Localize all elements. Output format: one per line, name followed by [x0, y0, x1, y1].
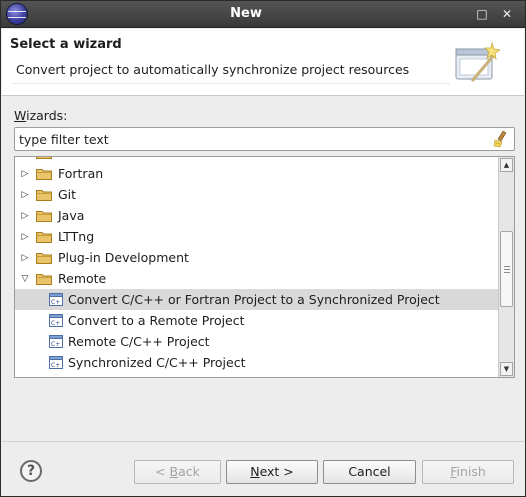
tree-label: Git	[58, 187, 77, 202]
maximize-icon[interactable]: □	[473, 5, 491, 23]
new-wizard-dialog: New □ ✕ Select a wizard Convert project …	[0, 0, 526, 497]
svg-text:C+: C+	[51, 362, 60, 369]
collapsed-arrow-icon[interactable]: ▷	[20, 190, 30, 200]
wizard-header: Select a wizard Convert project to autom…	[2, 29, 524, 96]
tree-label: Fortran	[58, 166, 104, 181]
collapsed-arrow-icon[interactable]: ▷	[20, 232, 30, 242]
tree-item[interactable]: C+ Remote C/C++ Project	[15, 331, 499, 352]
next-button[interactable]: Next >	[226, 460, 318, 484]
tree-folder[interactable]: ▷ Fortran	[15, 163, 499, 184]
tree-folder[interactable]: ▷ LTTng	[15, 226, 499, 247]
project-icon: C+	[49, 293, 63, 306]
tree-folder[interactable]: ▷ Git	[15, 184, 499, 205]
folder-icon	[36, 252, 52, 264]
tree-label: Plug-in Development	[58, 250, 189, 265]
back-button[interactable]: < Back	[134, 460, 221, 484]
folder-icon	[36, 157, 52, 159]
svg-text:C+: C+	[51, 299, 60, 306]
collapsed-arrow-icon[interactable]: ▷	[20, 169, 30, 179]
tree-label: CVS	[58, 157, 83, 160]
close-icon[interactable]: ✕	[498, 5, 516, 23]
help-icon[interactable]: ?	[20, 460, 42, 482]
folder-icon	[36, 273, 52, 285]
tree-folder[interactable]: ▷ Plug-in Development	[15, 247, 499, 268]
vertical-scrollbar[interactable]: ▲ ▼	[498, 157, 514, 377]
tree-item[interactable]: C+ Convert C/C++ or Fortran Project to a …	[15, 289, 499, 310]
expanded-arrow-icon[interactable]: ▽	[20, 274, 30, 284]
tree-label: LTTng	[58, 229, 95, 244]
button-bar-divider	[2, 441, 524, 442]
collapsed-arrow-icon[interactable]: ▷	[20, 157, 30, 158]
tree-label: Synchronized C/C++ Project	[68, 355, 246, 370]
tree-label: Remote	[58, 271, 107, 286]
folder-icon	[36, 210, 52, 222]
folder-icon	[36, 231, 52, 243]
tree-label: Convert C/C++ or Fortran Project to a Sy…	[68, 292, 440, 307]
tree-label: Remote C/C++ Project	[68, 334, 210, 349]
wizards-label: Wizards:	[14, 108, 68, 123]
tree-folder[interactable]: ▷ CVS	[15, 157, 499, 163]
project-icon: C+	[49, 335, 63, 348]
tree-rows: ▷ CVS ▷ Fortran ▷ Git ▷ Java ▷ LTTng ▷ Plug-in Deve…	[15, 157, 499, 373]
wizard-banner-icon	[455, 41, 500, 82]
project-icon: C+	[49, 356, 63, 369]
page-title: Select a wizard	[10, 37, 122, 52]
tree-item[interactable]: C+ Synchronized C/C++ Project	[15, 352, 499, 373]
clear-filter-icon[interactable]	[493, 130, 509, 148]
tree-item[interactable]: C+ Convert to a Remote Project	[15, 310, 499, 331]
wizard-tree[interactable]: ▷ CVS ▷ Fortran ▷ Git ▷ Java ▷ LTTng ▷ Plug-in Deve…	[14, 156, 515, 378]
description-divider	[12, 83, 450, 84]
tree-label: Java	[58, 208, 85, 223]
collapsed-arrow-icon[interactable]: ▷	[20, 253, 30, 263]
collapsed-arrow-icon[interactable]: ▷	[20, 211, 30, 221]
page-description: Convert project to automatically synchro…	[16, 62, 410, 77]
tree-folder[interactable]: ▽ Remote	[15, 268, 499, 289]
svg-text:C+: C+	[51, 341, 60, 348]
cancel-button[interactable]: Cancel	[323, 460, 416, 484]
filter-field[interactable]	[14, 127, 515, 151]
scroll-down-icon[interactable]: ▼	[500, 362, 513, 376]
folder-icon	[36, 189, 52, 201]
scrollbar-thumb[interactable]	[500, 231, 513, 307]
project-icon: C+	[49, 314, 63, 327]
svg-text:C+: C+	[51, 320, 60, 327]
tree-folder[interactable]: ▷ Java	[15, 205, 499, 226]
finish-button[interactable]: Finish	[422, 460, 514, 484]
window-title: New	[230, 6, 262, 21]
title-bar[interactable]: New □ ✕	[1, 1, 525, 28]
scroll-up-icon[interactable]: ▲	[500, 158, 513, 172]
folder-icon	[36, 168, 52, 180]
filter-input[interactable]	[19, 130, 489, 148]
tree-label: Convert to a Remote Project	[68, 313, 245, 328]
